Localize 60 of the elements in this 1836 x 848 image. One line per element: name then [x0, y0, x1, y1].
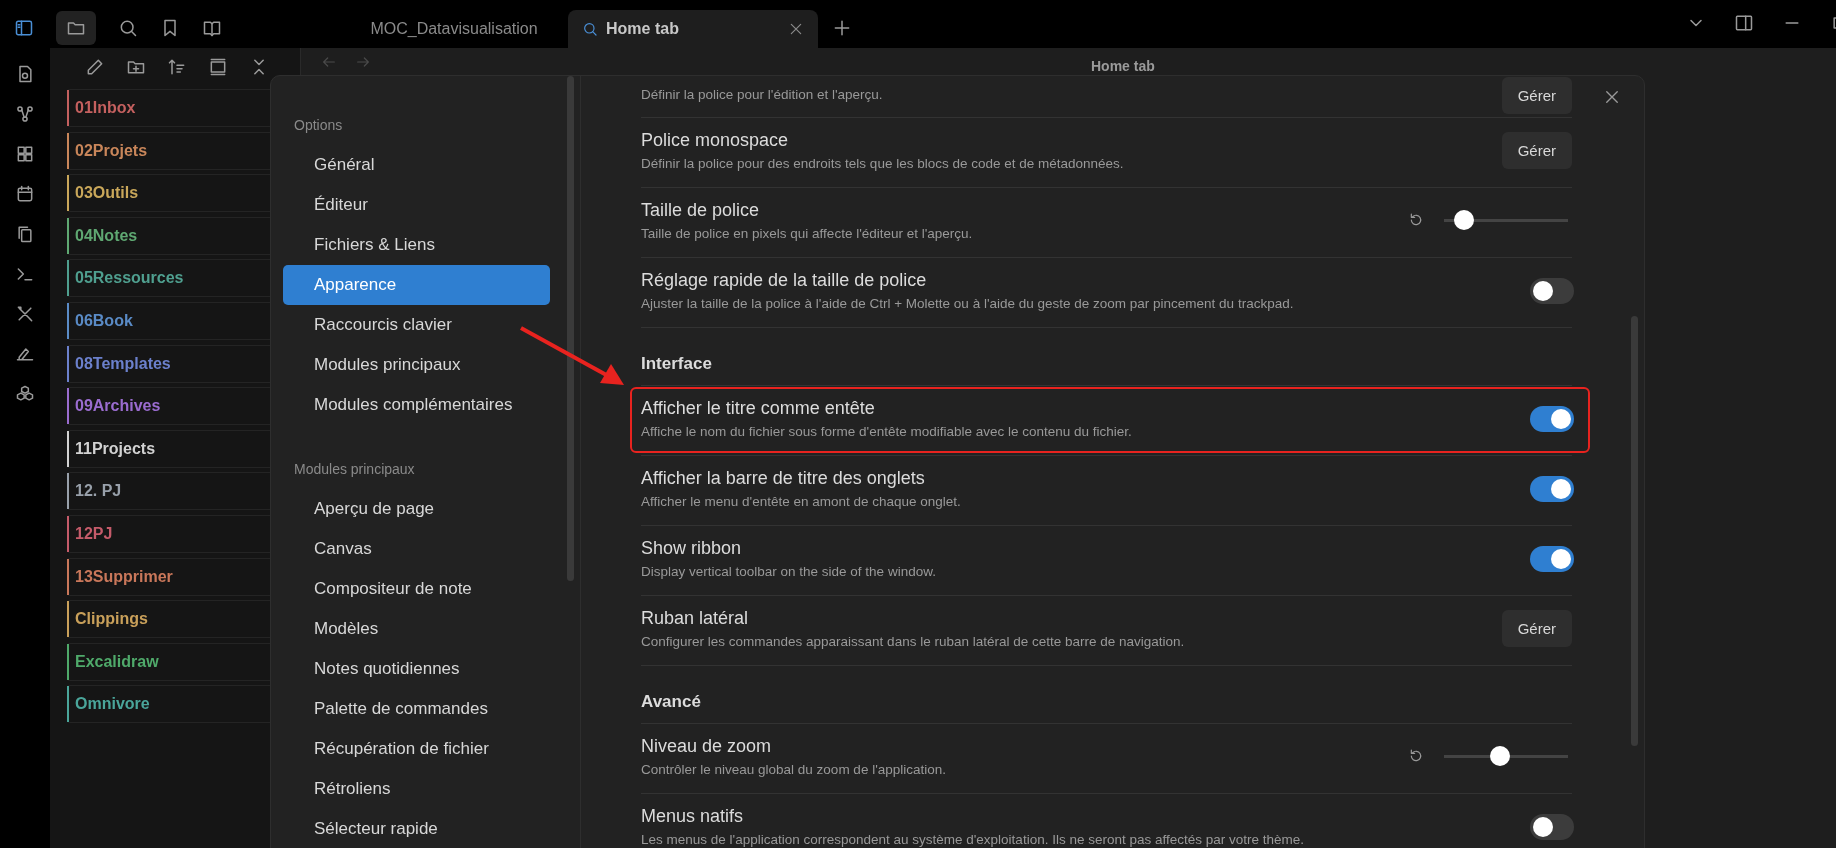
setting-description: Définir la police pour l'édition et l'aperçu. [641, 87, 884, 103]
setting-title: Taille de police [641, 199, 761, 222]
reset-icon[interactable] [1408, 748, 1424, 764]
setting-title: Afficher la barre de titre des onglets [641, 467, 926, 490]
settings-nav-item[interactable]: Apparence [283, 265, 550, 305]
layout-icon[interactable] [208, 57, 228, 77]
plus-icon[interactable] [832, 18, 852, 38]
setting-title: Afficher le titre comme entête [641, 397, 876, 420]
section-heading: Avancé [641, 666, 1572, 724]
graph-icon[interactable] [15, 104, 35, 124]
search-icon [582, 21, 598, 37]
toggle-switch[interactable] [1530, 546, 1574, 572]
search-icon[interactable] [118, 18, 138, 38]
manage-button[interactable]: Gérer [1501, 76, 1572, 114]
settings-nav-item[interactable]: Rétroliens [283, 769, 550, 809]
setting-description: Les menus de l'application correspondent au système d'exploitation. Ils ne seront pas affectés par votre thème. [641, 832, 1306, 848]
scrollbar-thumb[interactable] [567, 76, 574, 581]
reset-icon[interactable] [1408, 212, 1424, 228]
setting-description: Taille de police en pixels qui affecte l'éditeur et l'aperçu. [641, 226, 974, 242]
close-icon[interactable] [788, 21, 804, 37]
setting-description: Ajuster la taille de la police à l'aide de Ctrl + Molette ou à l'aide du geste de zoom par pincement du trackpad. [641, 296, 1295, 312]
setting-description: Contrôler le niveau global du zoom de l'application. [641, 762, 947, 778]
setting-title: Show ribbon [641, 537, 743, 560]
toggle-switch[interactable] [1530, 814, 1574, 840]
setting-title: Niveau de zoom [641, 735, 773, 758]
toggle-switch[interactable] [1530, 278, 1574, 304]
setting-title: Ruban latéral [641, 607, 750, 630]
scrollbar-thumb[interactable] [1631, 316, 1638, 746]
tab[interactable]: MOC_Datavisualisation [340, 10, 568, 48]
settings-nav-item[interactable]: Récupération de fichier [283, 729, 550, 769]
cubes-icon[interactable] [15, 384, 35, 404]
settings-nav-item[interactable]: Sélecteur rapide [283, 809, 550, 848]
setting-description: Affiche le nom du fichier sous forme d'entête modifiable avec le contenu du fichier. [641, 424, 1133, 440]
toggle-switch[interactable] [1530, 406, 1574, 432]
copy-icon[interactable] [15, 224, 35, 244]
folder-icon[interactable] [56, 11, 96, 45]
section-heading: Interface [641, 328, 1572, 386]
setting-title: Menus natifs [641, 805, 745, 828]
grid-icon[interactable] [15, 144, 35, 164]
sort-icon[interactable] [167, 57, 187, 77]
note-title: Home tab [1091, 58, 1155, 74]
slider-thumb[interactable] [1453, 210, 1474, 230]
sidebar-toggle-icon[interactable] [14, 18, 34, 38]
split-view-icon[interactable] [1734, 13, 1754, 33]
tools-icon[interactable] [15, 304, 35, 324]
manage-button[interactable]: Gérer [1501, 609, 1572, 647]
setting-description: Configurer les commandes apparaissant dans le ruban latéral de cette barre de navigation. [641, 634, 1186, 650]
close-icon[interactable] [1603, 88, 1621, 106]
setting-title: Réglage rapide de la taille de police [641, 269, 928, 292]
edit-icon[interactable] [85, 57, 105, 77]
book-icon[interactable] [202, 18, 222, 38]
setting-description: Définir la police pour des endroits tels que les blocs de code et de métadonnées. [641, 156, 1125, 172]
setting-description: Display vertical toolbar on the side of the window. [641, 564, 937, 580]
calendar-icon[interactable] [15, 184, 35, 204]
setting-description: Afficher le menu d'entête en amont de chaque onglet. [641, 494, 962, 510]
setting-title: Police monospace [641, 129, 790, 152]
toggle-switch[interactable] [1530, 476, 1574, 502]
slider-thumb[interactable] [1489, 746, 1510, 766]
tab[interactable]: Home tab [568, 10, 818, 48]
manage-button[interactable]: Gérer [1501, 131, 1572, 169]
